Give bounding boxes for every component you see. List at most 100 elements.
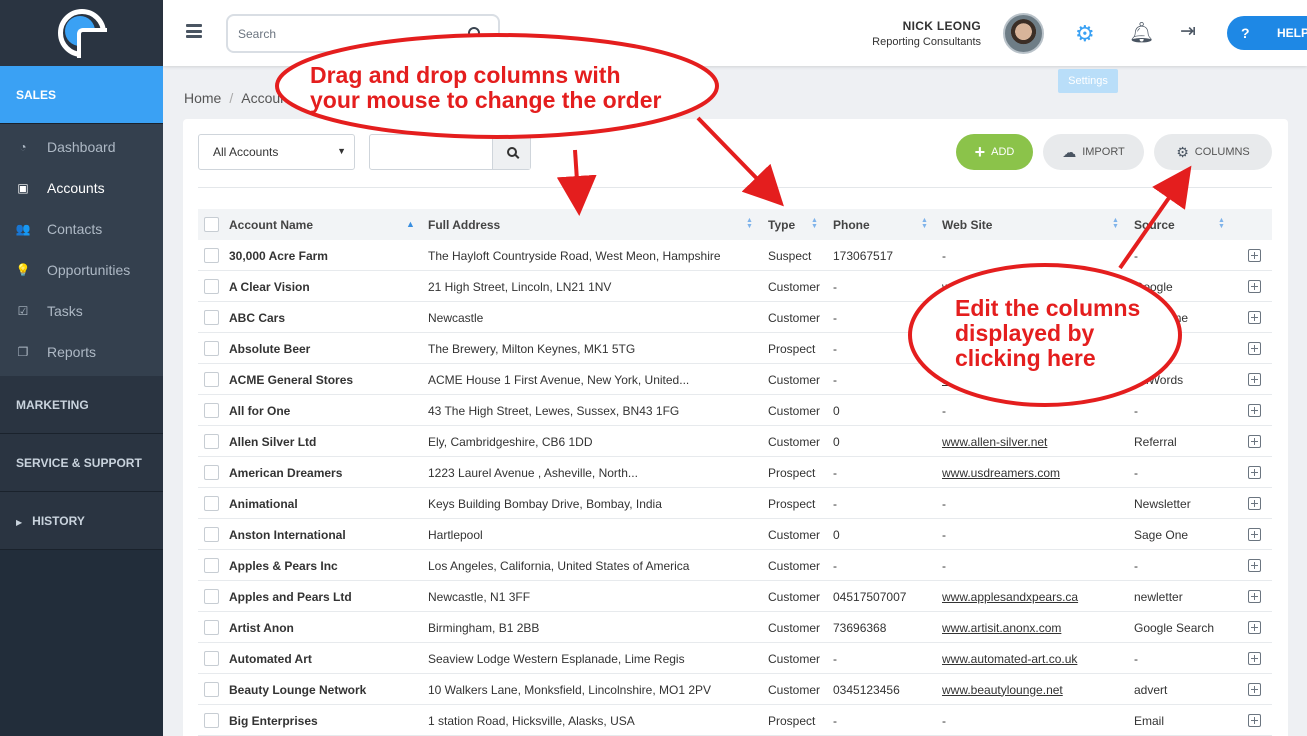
row-checkbox[interactable] bbox=[204, 550, 220, 581]
row-checkbox[interactable] bbox=[204, 426, 220, 457]
sort-icon[interactable]: ▲ ▼ bbox=[1218, 217, 1225, 230]
table-row[interactable]: Artist Anon Birmingham, B1 2BB Customer 736… bbox=[198, 612, 1272, 643]
table-row[interactable]: Animational Keys Building Bombay Drive, B… bbox=[198, 488, 1272, 519]
web-site[interactable]: www.usdreamers.com bbox=[942, 457, 1127, 488]
table-row[interactable]: Allen Silver Ltd Ely, Cambridgeshire, CB6… bbox=[198, 426, 1272, 457]
table-row[interactable]: 30,000 Acre Farm The Hayloft Countryside … bbox=[198, 240, 1272, 271]
table-row[interactable]: Apples & Pears Inc Los Angeles, Californi… bbox=[198, 550, 1272, 581]
expand-row-icon[interactable] bbox=[1246, 643, 1262, 674]
row-checkbox[interactable] bbox=[204, 674, 220, 705]
account-name[interactable]: All for One bbox=[229, 395, 424, 426]
account-name[interactable]: ACME General Stores bbox=[229, 364, 424, 395]
column-header-web-site[interactable]: Web Site bbox=[942, 209, 1127, 240]
row-checkbox[interactable] bbox=[204, 705, 220, 736]
sidebar-item-opportunities[interactable]: 💡 Opportunities bbox=[0, 249, 163, 290]
expand-row-icon[interactable] bbox=[1246, 271, 1262, 302]
account-name[interactable]: Apples & Pears Inc bbox=[229, 550, 424, 581]
search-icon[interactable] bbox=[468, 27, 480, 39]
account-name[interactable]: Beauty Lounge Network bbox=[229, 674, 424, 705]
account-filter-select[interactable]: All Accounts ▼ bbox=[198, 134, 355, 170]
row-checkbox[interactable] bbox=[204, 395, 220, 426]
column-header-account-name[interactable]: Account Name bbox=[229, 209, 424, 240]
account-name[interactable]: American Dreamers bbox=[229, 457, 424, 488]
sidebar-section-marketing[interactable]: MARKETING bbox=[0, 376, 163, 434]
table-search-button[interactable] bbox=[492, 135, 530, 169]
expand-row-icon[interactable] bbox=[1246, 550, 1262, 581]
sort-asc-icon[interactable]: ▲ bbox=[406, 220, 415, 229]
web-site[interactable]: www.applesandxpears.ca bbox=[942, 581, 1127, 612]
row-checkbox[interactable] bbox=[204, 488, 220, 519]
account-name[interactable]: Absolute Beer bbox=[229, 333, 424, 364]
table-row[interactable]: Apples and Pears Ltd Newcastle, N1 3FF Cus… bbox=[198, 581, 1272, 612]
expand-row-icon[interactable] bbox=[1246, 240, 1262, 271]
expand-row-icon[interactable] bbox=[1246, 705, 1262, 736]
account-name[interactable]: Animational bbox=[229, 488, 424, 519]
table-row[interactable]: American Dreamers 1223 Laurel Avenue , As… bbox=[198, 457, 1272, 488]
search-box[interactable] bbox=[226, 14, 500, 53]
expand-row-icon[interactable] bbox=[1246, 612, 1262, 643]
sidebar-section-service[interactable]: SERVICE & SUPPORT bbox=[0, 434, 163, 492]
table-search-input[interactable] bbox=[370, 135, 490, 168]
row-checkbox[interactable] bbox=[204, 581, 220, 612]
expand-row-icon[interactable] bbox=[1246, 674, 1262, 705]
search-input[interactable] bbox=[238, 26, 458, 41]
account-name[interactable]: Artist Anon bbox=[229, 612, 424, 643]
sidebar-section-history[interactable]: HISTORY bbox=[0, 492, 163, 550]
sidebar-item-dashboard[interactable]: ◔ Dashboard bbox=[0, 126, 163, 167]
expand-row-icon[interactable] bbox=[1246, 364, 1262, 395]
columns-button[interactable]: ⚙ COLUMNS bbox=[1154, 134, 1272, 170]
row-checkbox[interactable] bbox=[204, 364, 220, 395]
account-name[interactable]: Anston International bbox=[229, 519, 424, 550]
row-checkbox[interactable] bbox=[204, 643, 220, 674]
table-row[interactable]: Automated Art Seaview Lodge Western Espla… bbox=[198, 643, 1272, 674]
breadcrumb-home[interactable]: Home bbox=[184, 90, 221, 106]
table-row[interactable]: Anston International Hartlepool Customer 0 -… bbox=[198, 519, 1272, 550]
expand-row-icon[interactable] bbox=[1246, 488, 1262, 519]
settings-icon[interactable]: ⚙ bbox=[1075, 21, 1095, 47]
table-row[interactable]: Big Enterprises 1 station Road, Hicksvill… bbox=[198, 705, 1272, 736]
expand-row-icon[interactable] bbox=[1246, 426, 1262, 457]
help-button[interactable]: ? HELP bbox=[1227, 16, 1307, 50]
table-row[interactable]: All for One 43 The High Street, Lewes, Su… bbox=[198, 395, 1272, 426]
sort-icon[interactable]: ▲ ▼ bbox=[811, 217, 818, 230]
row-checkbox[interactable] bbox=[204, 302, 220, 333]
table-row[interactable]: Beauty Lounge Network 10 Walkers Lane, Mo… bbox=[198, 674, 1272, 705]
add-button[interactable]: + ADD bbox=[956, 134, 1033, 170]
table-search[interactable] bbox=[369, 134, 531, 170]
sidebar-item-reports[interactable]: ❐ Reports bbox=[0, 331, 163, 372]
expand-row-icon[interactable] bbox=[1246, 302, 1262, 333]
menu-icon[interactable] bbox=[186, 24, 202, 38]
row-checkbox[interactable] bbox=[204, 612, 220, 643]
sort-icon[interactable]: ▲ ▼ bbox=[746, 217, 753, 230]
sidebar-section-sales[interactable]: SALES bbox=[0, 66, 163, 124]
account-name[interactable]: 30,000 Acre Farm bbox=[229, 240, 424, 271]
web-site[interactable]: www.beautylounge.net bbox=[942, 674, 1127, 705]
sidebar-item-tasks[interactable]: ☑ Tasks bbox=[0, 290, 163, 331]
column-header-full-address[interactable]: Full Address bbox=[428, 209, 758, 240]
row-checkbox[interactable] bbox=[204, 240, 220, 271]
account-name[interactable]: ABC Cars bbox=[229, 302, 424, 333]
expand-row-icon[interactable] bbox=[1246, 457, 1262, 488]
web-site[interactable]: www.artisit.anonx.com bbox=[942, 612, 1127, 643]
account-name[interactable]: Big Enterprises bbox=[229, 705, 424, 736]
row-checkbox[interactable] bbox=[204, 457, 220, 488]
web-site[interactable]: www.allen-silver.net bbox=[942, 426, 1127, 457]
sort-icon[interactable]: ▲ ▼ bbox=[921, 217, 928, 230]
logout-icon[interactable]: ⇥ bbox=[1180, 20, 1196, 43]
logo[interactable] bbox=[0, 0, 163, 66]
row-checkbox[interactable] bbox=[204, 333, 220, 364]
expand-row-icon[interactable] bbox=[1246, 333, 1262, 364]
account-name[interactable]: Apples and Pears Ltd bbox=[229, 581, 424, 612]
sort-icon[interactable]: ▲ ▼ bbox=[1112, 217, 1119, 230]
select-all-checkbox[interactable] bbox=[204, 209, 220, 240]
avatar[interactable] bbox=[1003, 13, 1044, 54]
bell-icon[interactable]: 🔔︎ bbox=[1129, 20, 1154, 45]
account-name[interactable]: Automated Art bbox=[229, 643, 424, 674]
row-checkbox[interactable] bbox=[204, 519, 220, 550]
expand-row-icon[interactable] bbox=[1246, 519, 1262, 550]
expand-row-icon[interactable] bbox=[1246, 395, 1262, 426]
sidebar-item-accounts[interactable]: ▣ Accounts bbox=[0, 167, 163, 208]
sidebar-item-contacts[interactable]: 👥 Contacts bbox=[0, 208, 163, 249]
account-name[interactable]: Allen Silver Ltd bbox=[229, 426, 424, 457]
column-header-type[interactable]: Type bbox=[768, 209, 828, 240]
